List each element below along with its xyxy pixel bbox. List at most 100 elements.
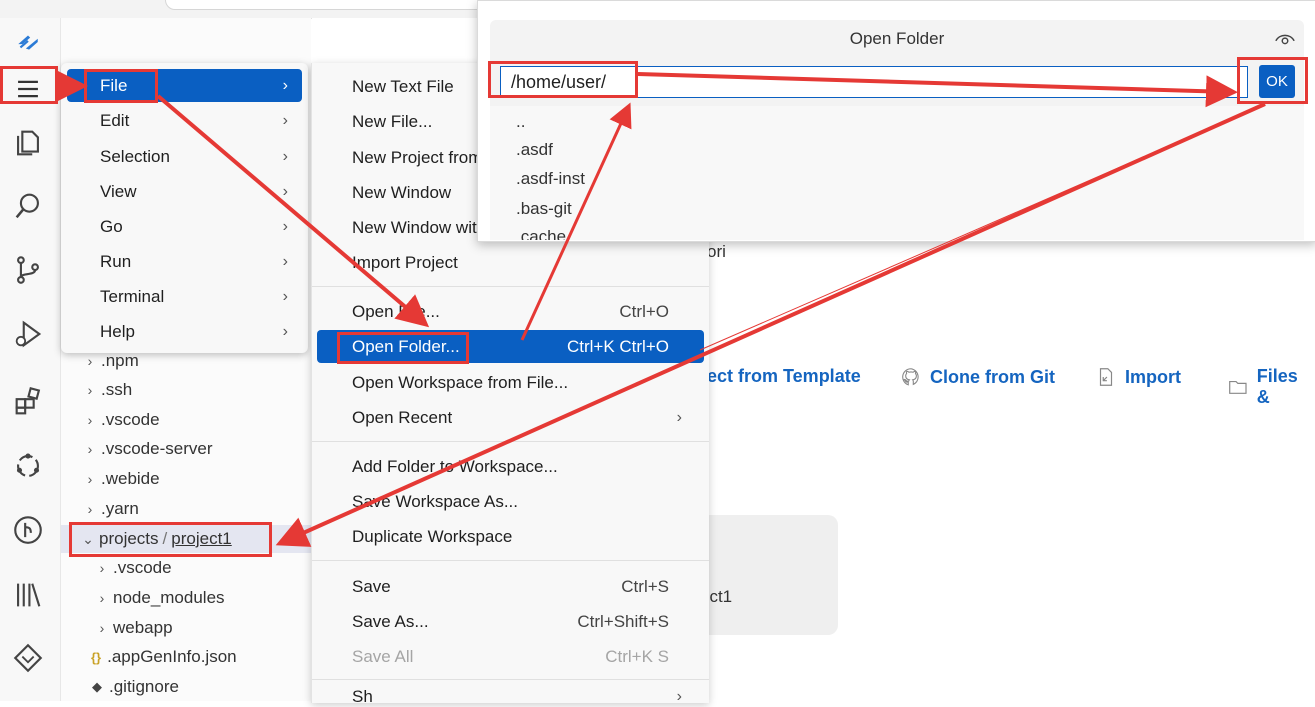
run-debug-icon[interactable] <box>8 314 48 354</box>
folder-suggestion-item[interactable]: .cache <box>516 227 566 240</box>
submenu-open-folder[interactable]: Open Folder... Ctrl+K Ctrl+O <box>317 330 704 363</box>
menu-item-label: Terminal <box>100 286 165 306</box>
menu-item-selection[interactable]: Selection › <box>67 140 302 173</box>
tree-folder[interactable]: › .vscode-server <box>61 435 311 463</box>
gem-icon[interactable] <box>8 638 48 678</box>
menu-item-view[interactable]: View › <box>67 175 302 208</box>
submenu-open-file[interactable]: Open File... Ctrl+O <box>317 295 704 328</box>
json-file-icon: {} <box>91 649 102 665</box>
tree-label: node_modules <box>113 588 225 607</box>
ok-button[interactable]: OK <box>1259 65 1295 98</box>
tree-folder[interactable]: › node_modules <box>61 584 311 612</box>
menu-separator <box>312 441 709 442</box>
menu-item-file[interactable]: File › <box>67 69 302 102</box>
tree-folder[interactable]: › .vscode <box>61 406 311 434</box>
submenu-import-project[interactable]: Import Project <box>317 246 704 279</box>
chevron-right-icon: › <box>87 471 93 487</box>
submenu-share[interactable]: Sh › <box>317 687 704 707</box>
submenu-label: New File... <box>352 111 433 131</box>
import-file-icon <box>1099 368 1113 386</box>
tree-folder[interactable]: › webapp <box>61 614 311 642</box>
source-control-icon[interactable] <box>8 250 48 290</box>
shortcut-label: Ctrl+K S <box>605 646 669 666</box>
shortcut-label: Ctrl+S <box>621 576 669 596</box>
folder-path-input[interactable] <box>500 66 1248 98</box>
chevron-right-icon: › <box>676 688 682 705</box>
chevron-right-icon: › <box>87 353 93 369</box>
submenu-add-folder-to-workspace[interactable]: Add Folder to Workspace... <box>317 450 704 483</box>
folder-suggestion-item[interactable]: .bas-git <box>516 199 572 219</box>
folder-suggestion-item[interactable]: .asdf-inst <box>516 169 585 189</box>
menu-item-go[interactable]: Go › <box>67 210 302 243</box>
submenu-label: New Text File <box>352 76 454 96</box>
recent-project-card[interactable]: ect1 <box>700 515 838 635</box>
menu-separator <box>312 286 709 287</box>
chevron-right-icon: › <box>282 182 288 200</box>
submenu-open-recent[interactable]: Open Recent › <box>317 401 704 434</box>
chevron-right-icon: › <box>99 560 105 576</box>
chevron-right-icon: › <box>282 217 288 235</box>
files-and-folders-link[interactable]: Files & <box>1227 366 1315 408</box>
eye-icon[interactable] <box>1274 30 1296 48</box>
menu-item-edit[interactable]: Edit › <box>67 104 302 137</box>
menu-item-help[interactable]: Help › <box>67 315 302 348</box>
welcome-subtext: ori <box>707 242 726 261</box>
chevron-right-icon: › <box>282 322 288 340</box>
chevron-right-icon: › <box>87 412 93 428</box>
import-link[interactable]: Import <box>1095 366 1181 388</box>
menu-item-label: File <box>100 75 128 95</box>
folder-suggestion-item[interactable]: .. <box>516 112 525 132</box>
shortcut-label: Ctrl+O <box>619 301 669 321</box>
chevron-right-icon: › <box>282 147 288 165</box>
shortcut-label: Ctrl+K Ctrl+O <box>566 336 669 356</box>
search-icon[interactable] <box>8 186 48 226</box>
cloud-sync-icon[interactable] <box>8 446 48 486</box>
folder-suggestion-item[interactable]: .asdf <box>516 140 553 160</box>
submenu-save[interactable]: Save Ctrl+S <box>317 570 704 603</box>
chevron-right-icon: › <box>87 382 93 398</box>
project-name-link[interactable]: project1 <box>171 529 231 549</box>
submenu-open-workspace-from-file[interactable]: Open Workspace from File... <box>317 366 704 399</box>
tree-label: webapp <box>113 618 173 637</box>
tree-folder[interactable]: › .vscode <box>61 554 311 582</box>
tree-folder-projects[interactable]: ⌄ projects / project1 <box>61 525 311 553</box>
explorer-files-icon[interactable] <box>8 123 48 163</box>
folder-suggestion-list: .. .asdf .asdf-inst .bas-git .cache <box>490 106 1304 240</box>
hamburger-menu-icon[interactable] <box>8 69 48 109</box>
tree-label: .yarn <box>101 499 139 518</box>
link-label: Files & <box>1256 366 1298 407</box>
link-label: ect from Template <box>707 366 861 386</box>
submenu-label: Save All <box>352 646 414 666</box>
chevron-right-icon: › <box>282 287 288 305</box>
menu-item-terminal[interactable]: Terminal › <box>67 280 302 313</box>
activity-bar <box>0 18 61 701</box>
submenu-duplicate-workspace[interactable]: Duplicate Workspace <box>317 520 704 553</box>
tree-folder[interactable]: › .ssh <box>61 376 311 404</box>
submenu-save-workspace-as[interactable]: Save Workspace As... <box>317 485 704 518</box>
submenu-label: New Window <box>352 182 452 202</box>
git-graph-icon[interactable] <box>8 510 48 550</box>
clone-from-git-link[interactable]: Clone from Git <box>900 366 1055 388</box>
submenu-save-as[interactable]: Save As... Ctrl+Shift+S <box>317 605 704 638</box>
tree-folder[interactable]: › .yarn <box>61 495 311 523</box>
github-icon <box>902 368 919 386</box>
menu-item-label: View <box>100 181 137 201</box>
tree-label: .npm <box>101 351 139 370</box>
submenu-label: Import Project <box>352 252 458 272</box>
chevron-down-icon: ⌄ <box>82 530 94 547</box>
menu-item-run[interactable]: Run › <box>67 245 302 278</box>
submenu-save-all[interactable]: Save All Ctrl+K S <box>317 640 704 673</box>
tree-file[interactable]: {} .appGenInfo.json <box>61 643 311 671</box>
chevron-right-icon: › <box>282 252 288 270</box>
tree-label: .gitignore <box>109 677 179 696</box>
browser-address-bar[interactable] <box>165 0 487 10</box>
chevron-right-icon: › <box>99 590 105 606</box>
tree-label: .ssh <box>101 380 133 399</box>
menubar-dropdown: File › Edit › Selection › View › Go › Ru… <box>61 63 308 353</box>
tree-folder[interactable]: › .webide <box>61 465 311 493</box>
new-project-from-template-link[interactable]: ect from Template <box>707 366 861 387</box>
library-icon[interactable] <box>8 575 48 615</box>
chevron-right-icon: › <box>676 408 682 426</box>
extensions-icon[interactable] <box>8 382 48 422</box>
tree-file[interactable]: ◆ .gitignore <box>61 673 311 701</box>
